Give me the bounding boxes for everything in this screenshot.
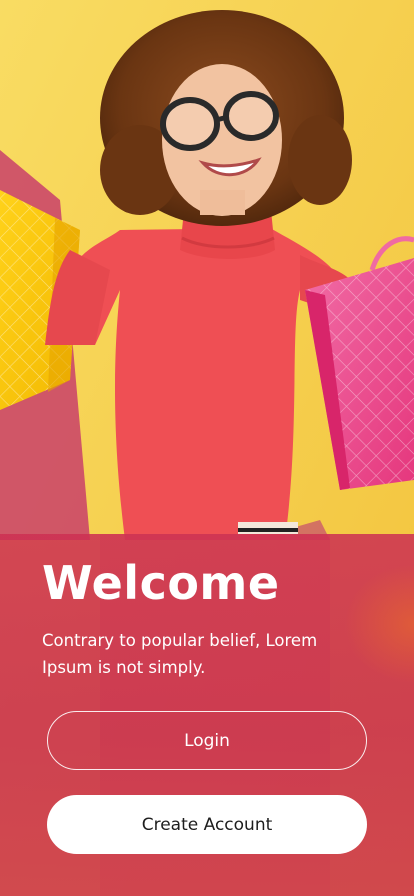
create-account-button[interactable]: Create Account — [47, 795, 367, 854]
welcome-title: Welcome — [42, 556, 280, 610]
login-button-label: Login — [184, 730, 230, 751]
welcome-subtitle: Contrary to popular belief, Lorem Ipsum … — [42, 631, 318, 677]
login-button[interactable]: Login — [47, 711, 367, 770]
create-account-button-label: Create Account — [141, 814, 273, 835]
welcome-screen: Welcome Contrary to popular belief, Lore… — [0, 0, 414, 896]
